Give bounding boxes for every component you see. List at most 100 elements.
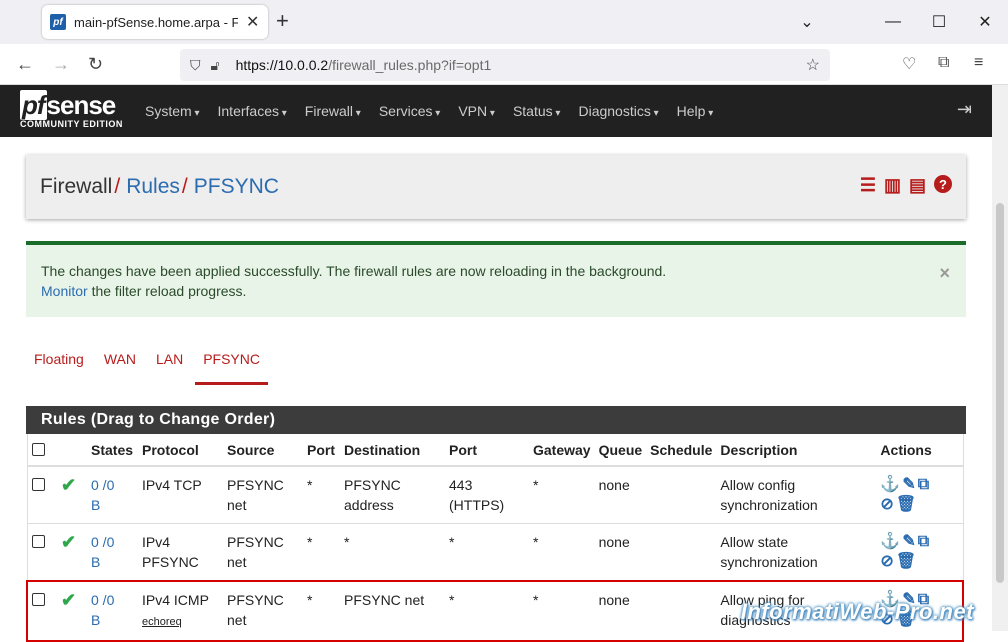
pencil-icon[interactable]: ✎ [902, 476, 915, 493]
row-checkbox-cell [27, 524, 57, 582]
close-tab-icon[interactable]: ✕ [246, 12, 259, 32]
disable-icon[interactable]: ⊘ [880, 553, 893, 570]
table-row[interactable]: ✔ 0 /0B IPv4 PFSYNC PFSYNC net * * * * n… [27, 524, 963, 582]
select-all-checkbox[interactable] [32, 443, 45, 456]
row-actions: ⚓✎⧉ ⊘🗑︎ [876, 524, 963, 582]
scrollbar-thumb[interactable] [996, 203, 1004, 583]
menu-system[interactable]: System [145, 103, 200, 119]
maximize-icon[interactable]: ☐ [916, 12, 962, 32]
rules-panel-title: Rules (Drag to Change Order) [26, 406, 966, 434]
anchor-icon[interactable]: ⚓ [880, 533, 900, 550]
row-checkbox[interactable] [32, 593, 45, 606]
page-scrollbar[interactable] [992, 85, 1008, 631]
trash-icon[interactable]: 🗑︎ [896, 496, 916, 513]
tab-wan[interactable]: WAN [104, 351, 136, 387]
row-schedule [646, 524, 716, 582]
col-protocol[interactable]: Protocol [138, 434, 223, 466]
pfsense-logo[interactable]: pfsense COMMUNITY EDITION [20, 91, 123, 129]
logo-pf: pf [20, 90, 47, 120]
icmp-type-link[interactable]: echoreq [142, 616, 182, 628]
interface-tabs: Floating WAN LAN PFSYNC [26, 351, 966, 387]
monitor-link[interactable]: Monitor [41, 283, 88, 299]
breadcrumb: Firewall / Rules / PFSYNC ☰ ▥ ▤ ? [26, 155, 966, 219]
help-icon[interactable]: ? [934, 175, 952, 193]
breadcrumb-separator: / [182, 175, 188, 199]
bookmark-star-icon[interactable]: ☆ [806, 55, 820, 75]
row-protocol: IPv4 PFSYNC [138, 524, 223, 582]
browser-navbar: ← → ↻ ⛉ 🔓︎ https://10.0.0.2/firewall_rul… [0, 44, 1008, 85]
browser-tab[interactable]: pf main-pfSense.home.arpa - Fire ✕ [42, 5, 268, 39]
menu-interfaces[interactable]: Interfaces [218, 103, 287, 119]
row-destination: PFSYNC address [340, 466, 445, 524]
close-alert-icon[interactable]: × [939, 263, 950, 283]
row-checkbox-cell [27, 581, 57, 641]
breadcrumb-rules[interactable]: Rules [126, 175, 180, 199]
col-source-port[interactable]: Port [303, 434, 340, 466]
col-source[interactable]: Source [223, 434, 303, 466]
row-protocol: IPv4 TCP [138, 466, 223, 524]
enabled-check-icon[interactable]: ✔ [61, 532, 76, 552]
menu-help[interactable]: Help [677, 103, 714, 119]
col-states[interactable]: States [87, 434, 138, 466]
col-destination[interactable]: Destination [340, 434, 445, 466]
menu-firewall[interactable]: Firewall [305, 103, 361, 119]
shield-icon[interactable]: ⛉ [190, 57, 201, 74]
col-schedule[interactable]: Schedule [646, 434, 716, 466]
lock-warning-icon[interactable]: 🔓︎ [211, 57, 220, 74]
row-checkbox[interactable] [32, 535, 45, 548]
row-states[interactable]: 0 /0B [87, 524, 138, 582]
enabled-check-icon[interactable]: ✔ [61, 590, 76, 610]
enabled-check-icon[interactable]: ✔ [61, 475, 76, 495]
logo-sense: sense [47, 90, 116, 120]
row-checkbox[interactable] [32, 478, 45, 491]
menu-services[interactable]: Services [379, 103, 441, 119]
logout-icon[interactable]: ⇥ [957, 99, 972, 120]
chevron-down-icon[interactable]: ⌄ [784, 12, 830, 32]
row-queue: none [595, 466, 647, 524]
close-window-icon[interactable]: ✕ [962, 12, 1008, 32]
new-tab-icon[interactable]: + [276, 10, 289, 32]
row-states[interactable]: 0 /0B [87, 581, 138, 641]
copy-icon[interactable]: ⧉ [918, 533, 929, 550]
tab-pfsync[interactable]: PFSYNC [195, 351, 268, 385]
pocket-icon[interactable]: ♡ [902, 54, 916, 74]
bar-chart-icon[interactable]: ▥ [884, 175, 901, 196]
pencil-icon[interactable]: ✎ [902, 533, 915, 550]
row-source-port: * [303, 466, 340, 524]
col-description[interactable]: Description [716, 434, 876, 466]
copy-icon[interactable]: ⧉ [918, 476, 929, 493]
row-source: PFSYNC net [223, 466, 303, 524]
success-alert: The changes have been applied successful… [26, 241, 966, 317]
row-actions: ⚓✎⧉ ⊘🗑︎ [876, 466, 963, 524]
menu-diagnostics[interactable]: Diagnostics [578, 103, 658, 119]
row-queue: none [595, 581, 647, 641]
browser-tabbar: pf main-pfSense.home.arpa - Fire ✕ + ⌄ —… [0, 0, 1008, 44]
col-actions: Actions [876, 434, 963, 466]
col-queue[interactable]: Queue [595, 434, 647, 466]
menu-icon[interactable]: ≡ [974, 54, 983, 72]
row-description: Allow config synchronization [716, 466, 876, 524]
row-states[interactable]: 0 /0B [87, 466, 138, 524]
back-arrow-icon[interactable]: ← [16, 54, 34, 75]
breadcrumb-pfsync[interactable]: PFSYNC [194, 175, 279, 199]
reload-icon[interactable]: ↻ [88, 54, 103, 75]
col-gateway[interactable]: Gateway [529, 434, 595, 466]
sliders-icon[interactable]: ☰ [860, 175, 876, 196]
table-row[interactable]: ✔ 0 /0B IPv4 TCP PFSYNC net * PFSYNC add… [27, 466, 963, 524]
row-status-cell: ✔ [57, 466, 87, 524]
extensions-icon[interactable]: ⧉ [938, 54, 949, 72]
tab-lan[interactable]: LAN [156, 351, 183, 387]
row-dest-port: * [445, 524, 529, 582]
menu-status[interactable]: Status [513, 103, 561, 119]
menu-vpn[interactable]: VPN [458, 103, 495, 119]
url-bar[interactable]: ⛉ 🔓︎ https://10.0.0.2/firewall_rules.php… [180, 49, 830, 81]
disable-icon[interactable]: ⊘ [880, 496, 893, 513]
anchor-icon[interactable]: ⚓ [880, 476, 900, 493]
list-icon[interactable]: ▤ [909, 175, 926, 196]
url-text[interactable]: https://10.0.0.2/firewall_rules.php?if=o… [236, 57, 492, 73]
col-dest-port[interactable]: Port [445, 434, 529, 466]
forward-arrow-icon[interactable]: → [52, 54, 70, 75]
minimize-icon[interactable]: — [870, 13, 916, 31]
trash-icon[interactable]: 🗑︎ [896, 553, 916, 570]
tab-floating[interactable]: Floating [34, 351, 84, 387]
